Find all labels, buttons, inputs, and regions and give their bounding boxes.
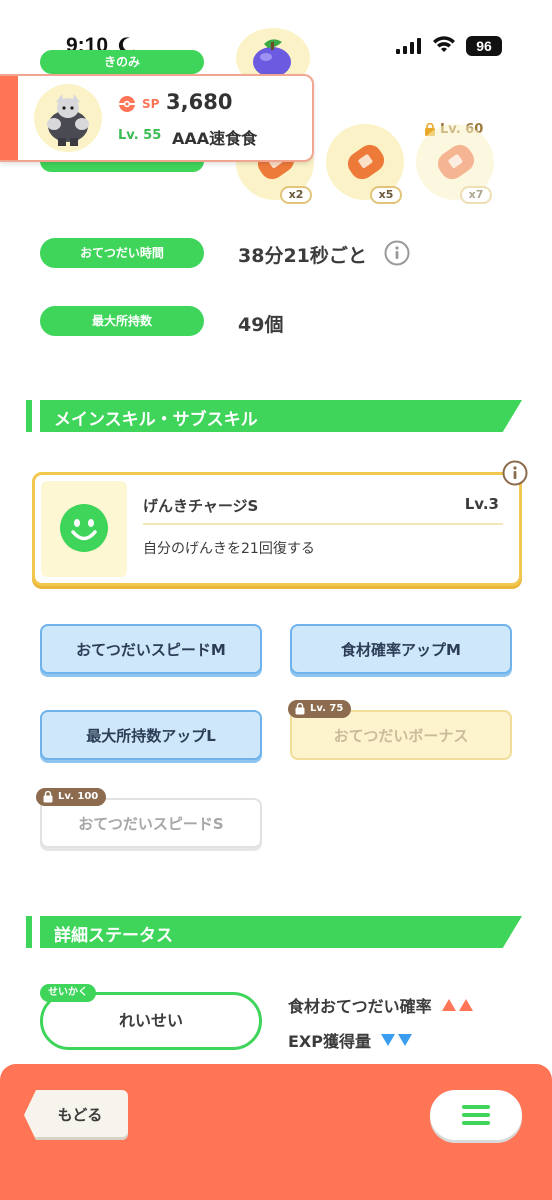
subskill-button[interactable]: 食材確率アップM — [290, 624, 512, 674]
menu-button[interactable] — [430, 1090, 522, 1140]
back-button[interactable]: もどる — [24, 1090, 128, 1140]
max-carry-value: 49個 — [238, 314, 284, 336]
details-section-header: 詳細ステータス — [26, 916, 524, 948]
max-carry-label: 最大所持数 — [40, 306, 204, 336]
ingredient-slot-locked[interactable]: x7 — [416, 124, 494, 204]
pokemon-summary-card[interactable]: SP 3,680 Lv. 55 AAA速食食 — [0, 74, 314, 162]
help-time-value: 38分21秒ごと — [238, 245, 367, 267]
skills-section-header: メインスキル・サブスキル — [26, 400, 524, 432]
main-skill-level: Lv.3 — [464, 495, 499, 513]
subskill-lock-badge: Lv. 100 — [36, 788, 107, 806]
subskill-lock-level: Lv. 100 — [58, 791, 99, 802]
hamburger-menu-icon — [462, 1105, 490, 1125]
subskill-lock-badge: Lv. 75 — [288, 700, 352, 718]
main-skill-description: 自分のげんきを21回復する — [143, 541, 315, 557]
nature-up-effect: 食材おてつだい確率 — [288, 993, 473, 1017]
section-title: 詳細ステータス — [54, 926, 173, 946]
subskill-button[interactable]: 最大所持数アップL — [40, 710, 262, 760]
smile-icon — [60, 504, 108, 552]
down-arrow-icon — [398, 1034, 412, 1046]
berry-label: きのみ — [40, 50, 204, 74]
sausage-icon — [347, 144, 385, 180]
nature-down-effect-label: EXP獲得量 — [288, 1032, 371, 1051]
sp-label: SP — [142, 97, 160, 111]
subskill-lock-level: Lv. 75 — [310, 703, 344, 714]
section-title: メインスキル・サブスキル — [54, 410, 258, 430]
pokemon-avatar — [34, 84, 102, 152]
sausage-icon — [437, 144, 475, 180]
ingredient-count: x5 — [370, 186, 402, 204]
pokemon-ranking: AAA速食食 — [172, 129, 258, 148]
lock-icon — [295, 703, 305, 715]
nature-up-effect-label: 食材おてつだい確率 — [288, 997, 432, 1016]
cellular-signal-icon — [396, 38, 421, 54]
lock-icon — [43, 791, 53, 803]
ingredient-count: x2 — [280, 186, 312, 204]
up-arrow-icon — [458, 999, 473, 1011]
wifi-icon — [433, 36, 455, 52]
pokemon-level: Lv. 55 — [118, 128, 162, 143]
sp-icon — [119, 96, 135, 112]
down-arrow-icon — [381, 1034, 395, 1046]
down-arrows — [381, 1034, 412, 1046]
nature-tag: せいかく — [40, 984, 96, 1002]
divider — [143, 523, 503, 525]
help-time-label: おてつだい時間 — [40, 238, 204, 268]
section-tick — [26, 916, 32, 948]
battery-indicator: 96 — [466, 36, 502, 56]
subskill-button[interactable]: おてつだいスピードM — [40, 624, 262, 674]
main-skill-name: げんきチャージS — [143, 497, 259, 515]
pokemon-sprite-icon — [47, 94, 89, 146]
up-arrow-icon — [441, 999, 456, 1011]
nature-down-effect: EXP獲得量 — [288, 1028, 412, 1052]
back-label: もどる — [57, 1106, 103, 1124]
ingredient-count: x7 — [460, 186, 492, 204]
ingredient-slot[interactable]: x5 — [326, 124, 404, 204]
sp-value: 3,680 — [166, 90, 233, 114]
main-skill-card[interactable]: げんきチャージS Lv.3 自分のげんきを21回復する — [32, 472, 522, 586]
skill-icon-panel — [41, 481, 127, 577]
up-arrows — [441, 999, 473, 1011]
card-accent-strip — [0, 76, 18, 160]
section-tick — [26, 400, 32, 432]
info-icon[interactable] — [502, 460, 528, 486]
info-icon[interactable] — [384, 240, 410, 266]
